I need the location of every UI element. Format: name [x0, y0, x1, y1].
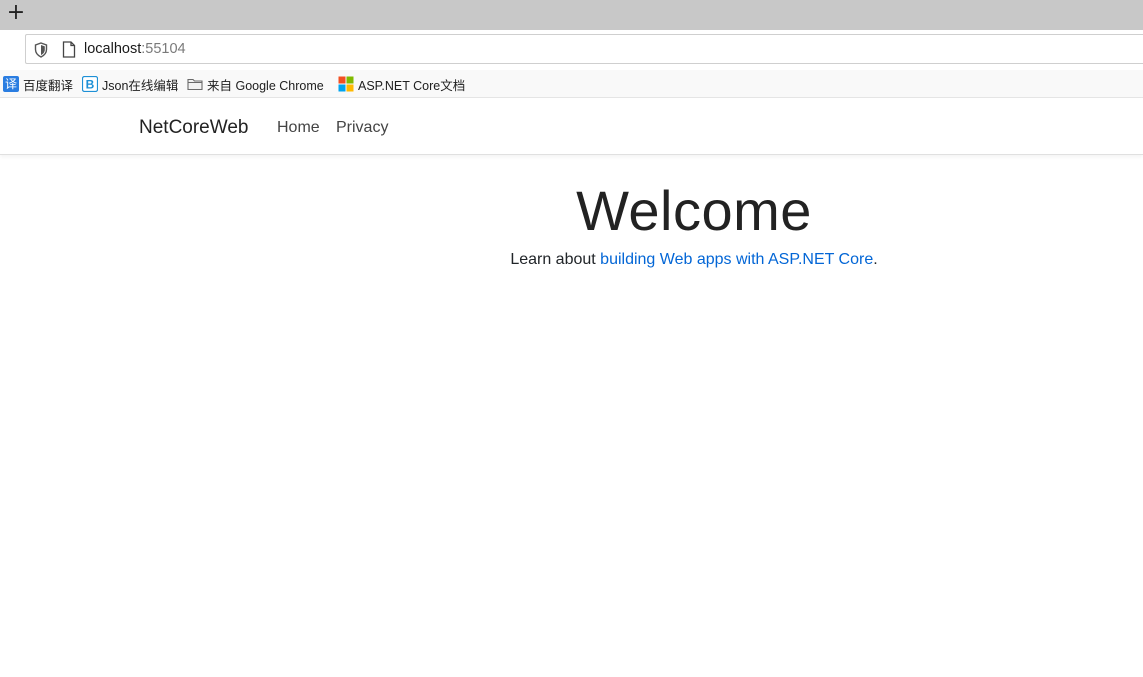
page-title: Welcome [576, 179, 812, 242]
bookmark-aspnet-core-docs[interactable]: ASP.NET Core文档 [338, 75, 465, 93]
url-port: :55104 [141, 41, 186, 57]
bookmark-baidu-translate[interactable]: 译 百度翻译 [3, 75, 73, 93]
browser-toolbar: localhost:55104 [0, 30, 1143, 70]
site-navbar: NetCoreWeb Home Privacy [0, 98, 1143, 155]
nav-privacy-link[interactable]: Privacy [336, 119, 388, 137]
bookmark-folder-google-chrome[interactable]: 来自 Google Chrome [187, 75, 324, 93]
page-icon[interactable] [62, 41, 76, 58]
url-host: localhost [84, 41, 142, 57]
bookmark-label: 来自 Google Chrome [207, 78, 324, 93]
bookmark-json-editor[interactable]: B Json在线编辑 [81, 75, 179, 93]
learn-suffix: . [873, 251, 878, 268]
baidu-translate-icon: 译 [3, 76, 19, 92]
main-content: Welcome Learn about building Web apps wi… [0, 156, 1143, 677]
folder-icon [187, 76, 203, 92]
tab-strip: + [0, 0, 1143, 30]
bookmark-label: 百度翻译 [23, 78, 74, 93]
learn-prefix: Learn about [510, 251, 601, 268]
bookmark-label: ASP.NET Core文档 [358, 78, 466, 93]
svg-text:B: B [86, 78, 95, 92]
url-text[interactable]: localhost:55104 [84, 41, 186, 57]
microsoft-icon [338, 76, 354, 92]
json-editor-icon: B [81, 75, 99, 93]
bookmark-label: Json在线编辑 [102, 78, 179, 93]
shield-icon[interactable] [34, 42, 48, 58]
aspnet-docs-link[interactable]: building Web apps with ASP.NET Core [600, 251, 873, 268]
new-tab-button[interactable]: + [6, 2, 26, 24]
nav-home-link[interactable]: Home [277, 119, 320, 137]
bookmarks-bar: 译 百度翻译 B Json在线编辑 来自 Google Chrome ASP.N… [0, 70, 1143, 98]
address-bar[interactable]: localhost:55104 [25, 34, 1143, 64]
site-brand-link[interactable]: NetCoreWeb [139, 117, 248, 139]
learn-text: Learn about building Web apps with ASP.N… [0, 251, 1143, 269]
